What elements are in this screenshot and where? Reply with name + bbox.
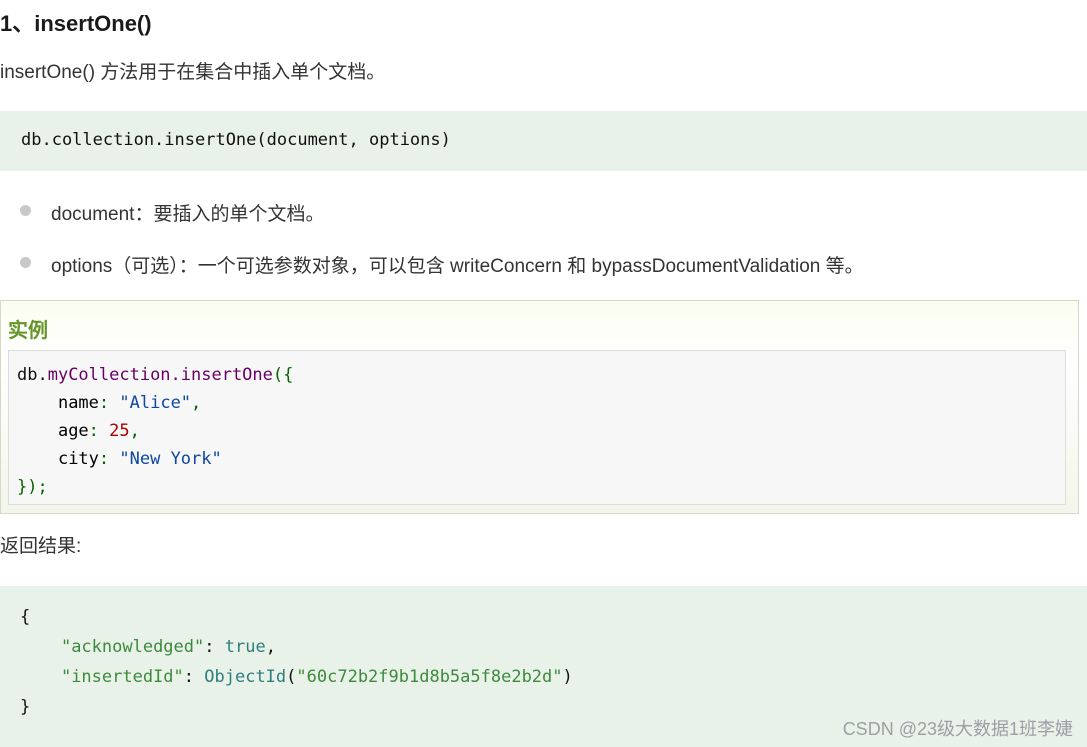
bullet-icon (20, 205, 31, 216)
param-options-text: options（可选）：一个可选参数对象，可以包含 writeConcern 和… (51, 256, 864, 277)
syntax-code-line: db.collection.insertOne(document, option… (21, 130, 451, 150)
code-line: "insertedId": ObjectId("60c72b2f9b1d8b5a… (60, 667, 573, 687)
code-line: } (20, 697, 31, 717)
example-box: 实例 db.myCollection.insertOne({ name: "Al… (0, 300, 1079, 514)
result-label: 返回结果: (0, 536, 82, 557)
code-line: "acknowledged": true, (60, 637, 276, 657)
code-line: age: 25, (57, 421, 140, 441)
code-line: city: "New York" (57, 449, 222, 469)
parameter-list: document：要插入的单个文档。 options（可选）：一个可选参数对象，… (0, 190, 1087, 294)
example-code: db.myCollection.insertOne({ name: "Alice… (17, 361, 293, 501)
section-heading: 1、insertOne() (0, 11, 152, 36)
example-title: 实例 (8, 320, 48, 342)
code-line: name: "Alice", (57, 393, 202, 413)
param-document-text: document：要插入的单个文档。 (51, 204, 325, 225)
example-code-block[interactable]: db.myCollection.insertOne({ name: "Alice… (8, 350, 1066, 505)
watermark-text: CSDN @23级大数据1班李婕 (842, 719, 1073, 739)
result-code: { "acknowledged": true, "insertedId": Ob… (20, 602, 573, 722)
bullet-icon (20, 257, 31, 268)
intro-paragraph: insertOne() 方法用于在集合中插入单个文档。 (0, 62, 386, 83)
code-line: }); (17, 477, 48, 497)
list-item: options（可选）：一个可选参数对象，可以包含 writeConcern 和… (0, 242, 1087, 294)
code-line: { (20, 607, 31, 627)
code-line: db.myCollection.insertOne({ (17, 365, 294, 385)
syntax-code-block: db.collection.insertOne(document, option… (0, 111, 1087, 171)
list-item: document：要插入的单个文档。 (0, 190, 1087, 242)
